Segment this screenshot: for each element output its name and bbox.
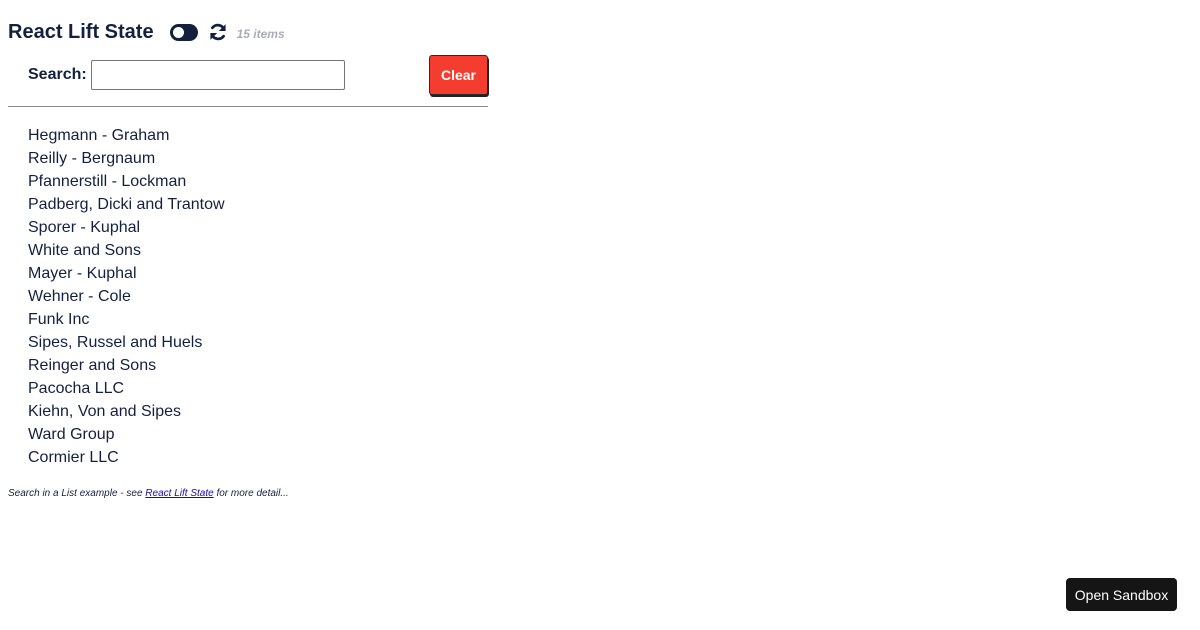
search-label: Search: bbox=[28, 66, 87, 83]
list-item: Padberg, Dicki and Trantow bbox=[28, 196, 225, 213]
list-item: Reinger and Sons bbox=[28, 357, 157, 374]
list-item: Reilly - Bergnaum bbox=[28, 150, 156, 167]
refresh-icon[interactable] bbox=[208, 22, 228, 42]
list-item: Kiehn, Von and Sipes bbox=[28, 403, 182, 420]
clear-button[interactable]: Clear bbox=[429, 55, 488, 95]
footer-note: Search in a List example - see React Lif… bbox=[8, 488, 488, 499]
list-item: Cormier LLC bbox=[28, 449, 119, 466]
list-item: Wehner - Cole bbox=[28, 288, 131, 305]
list-item: Sipes, Russel and Huels bbox=[28, 334, 203, 351]
footer-suffix: for more detail... bbox=[213, 488, 289, 499]
footer-prefix: Search in a List example - see bbox=[8, 488, 146, 499]
list-item: White and Sons bbox=[28, 242, 141, 259]
search-input[interactable] bbox=[91, 60, 345, 90]
list-item: Ward Group bbox=[28, 426, 115, 443]
refresh-icon-svg bbox=[209, 23, 226, 41]
app-container: React Lift State 15 items Search: Clear … bbox=[8, 18, 488, 499]
search-row: Search: Clear bbox=[8, 55, 488, 107]
list-item: Pfannerstill - Lockman bbox=[28, 173, 187, 190]
list-item: Funk Inc bbox=[28, 311, 90, 328]
page-title: React Lift State bbox=[8, 20, 154, 43]
header: React Lift State 15 items bbox=[8, 18, 488, 46]
list-item: Mayer - Kuphal bbox=[28, 265, 137, 282]
list-item: Hegmann - Graham bbox=[28, 127, 170, 144]
company-list: Hegmann - Graham Reilly - Bergnaum Pfanner… bbox=[8, 124, 488, 469]
list-item: Pacocha LLC bbox=[28, 380, 125, 397]
open-sandbox-button[interactable]: Open Sandbox bbox=[1066, 578, 1177, 611]
item-count: 15 items bbox=[236, 27, 285, 41]
toggle-knob bbox=[172, 26, 184, 38]
toggle-off-icon[interactable] bbox=[169, 23, 198, 41]
list-item: Sporer - Kuphal bbox=[28, 219, 141, 236]
react-lift-state-link[interactable]: React Lift State bbox=[145, 488, 213, 499]
